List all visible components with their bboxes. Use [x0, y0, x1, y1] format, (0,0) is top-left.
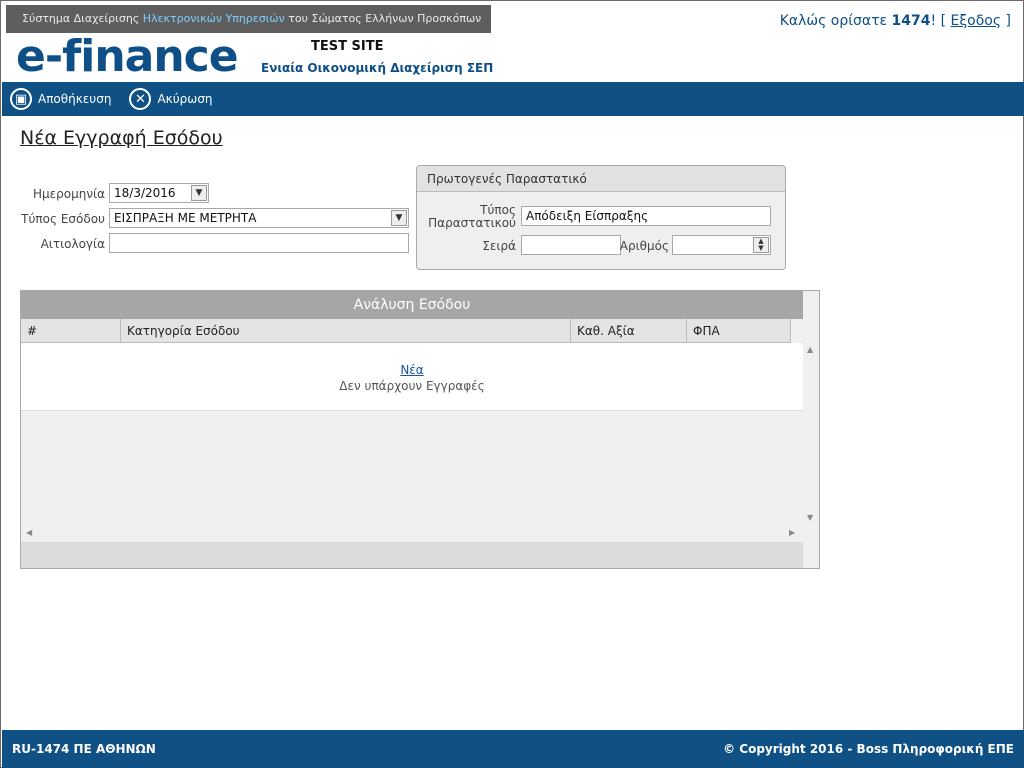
- reason-input[interactable]: [109, 233, 409, 253]
- vertical-scrollbar[interactable]: ▲ ▼: [803, 319, 819, 541]
- horizontal-scrollbar[interactable]: ◀ ▶: [21, 525, 803, 541]
- chevron-down-icon[interactable]: ▼: [191, 185, 207, 201]
- test-site-label: TEST SITE: [311, 39, 384, 54]
- income-type-select[interactable]: ΕΙΣΠΡΑΞΗ ΜΕ ΜΕΤΡΗΤΑ ▼: [109, 208, 409, 228]
- column-header-index[interactable]: #: [21, 319, 121, 342]
- cancel-button[interactable]: ✕ Ακύρωση: [129, 88, 213, 110]
- stepper-arrows-icon[interactable]: ▲ ▼: [753, 237, 769, 253]
- logout-link[interactable]: Εξοδος: [951, 13, 1002, 29]
- grid-header: # Κατηγορία Εσόδου Καθ. Αξία ΦΠΑ: [21, 319, 791, 343]
- document-type-label-line2: Παραστατικού: [428, 216, 516, 230]
- scroll-down-icon[interactable]: ▼: [807, 513, 813, 522]
- number-label: Αριθμός: [619, 239, 669, 253]
- date-input[interactable]: 18/3/2016 ▼: [109, 183, 209, 203]
- column-header-vat[interactable]: ΦΠΑ: [687, 319, 791, 342]
- grid-footer: [21, 542, 803, 568]
- income-type-label: Τύπος Εσόδου: [21, 212, 105, 226]
- new-entry-link[interactable]: Νέα: [21, 363, 803, 377]
- document-type-label: Τύπος Παραστατικού: [426, 204, 516, 230]
- username: 1474: [891, 13, 931, 29]
- welcome-mid: ! [: [930, 13, 951, 29]
- series-label: Σειρά: [482, 239, 516, 253]
- empty-message: Δεν υπάρχουν Εγγραφές: [339, 379, 485, 393]
- save-button[interactable]: ▣ Αποθήκευση: [10, 88, 111, 110]
- document-type-label-line1: Τύπος: [480, 203, 516, 217]
- scroll-left-icon[interactable]: ◀: [26, 528, 32, 537]
- date-value: 18/3/2016: [114, 186, 176, 200]
- page-title: Νέα Εγγραφή Εσόδου: [20, 127, 223, 149]
- footer-copyright: © Copyright 2016 - Boss Πληροφορική ΕΠΕ: [723, 742, 1014, 756]
- series-input[interactable]: [521, 235, 621, 255]
- welcome-post: ]: [1001, 13, 1011, 29]
- system-text-pre: Σύστημα Διαχείρισης: [22, 12, 143, 25]
- system-banner: Σύστημα Διαχείρισης Ηλεκτρονικών Υπηρεσι…: [6, 5, 491, 33]
- document-type-input[interactable]: Απόδειξη Είσπραξης: [521, 206, 771, 226]
- close-icon: ✕: [129, 88, 152, 110]
- efinance-logo: e-finance: [16, 31, 239, 82]
- date-label: Ημερομηνία: [32, 187, 105, 201]
- footer: RU-1474 ΠΕ ΑΘΗΝΩΝ © Copyright 2016 - Bos…: [2, 730, 1024, 768]
- income-type-value: ΕΙΣΠΡΑΞΗ ΜΕ ΜΕΤΡΗΤΑ: [114, 211, 257, 225]
- scroll-up-icon[interactable]: ▲: [807, 345, 813, 354]
- app-subtitle: Ενιαία Οικονομική Διαχείριση ΣΕΠ: [261, 61, 494, 75]
- grid-body: Νέα Δεν υπάρχουν Εγγραφές: [21, 343, 803, 411]
- column-header-category[interactable]: Κατηγορία Εσόδου: [121, 319, 571, 342]
- system-text-highlight: Ηλεκτρονικών Υπηρεσιών: [142, 12, 285, 25]
- income-analysis-grid: Ανάλυση Εσόδου # Κατηγορία Εσόδου Καθ. Α…: [20, 290, 820, 569]
- chevron-down-icon[interactable]: ▼: [391, 210, 407, 226]
- column-header-net-value[interactable]: Καθ. Αξία: [571, 319, 687, 342]
- scroll-right-icon[interactable]: ▶: [789, 528, 795, 537]
- reason-label: Αιτιολογία: [40, 237, 105, 251]
- app-window: Σύστημα Διαχείρισης Ηλεκτρονικών Υπηρεσι…: [0, 0, 1024, 768]
- number-stepper[interactable]: ▲ ▼: [672, 235, 771, 255]
- save-button-label: Αποθήκευση: [38, 92, 112, 106]
- system-text-post: του Σώματος Ελλήνων Προσκόπων: [284, 12, 482, 25]
- welcome-pre: Καλώς ορίσατε: [779, 13, 892, 29]
- welcome-message: Καλώς ορίσατε 1474! [ Εξοδος ]: [780, 13, 1011, 29]
- panel-title: Πρωτογενές Παραστατικό: [417, 166, 785, 192]
- grid-title: Ανάλυση Εσόδου: [21, 291, 803, 319]
- cancel-button-label: Ακύρωση: [157, 92, 213, 106]
- footer-unit: RU-1474 ΠΕ ΑΘΗΝΩΝ: [12, 742, 156, 756]
- toolbar: ▣ Αποθήκευση ✕ Ακύρωση: [2, 82, 1024, 116]
- floppy-disk-icon: ▣: [10, 88, 32, 110]
